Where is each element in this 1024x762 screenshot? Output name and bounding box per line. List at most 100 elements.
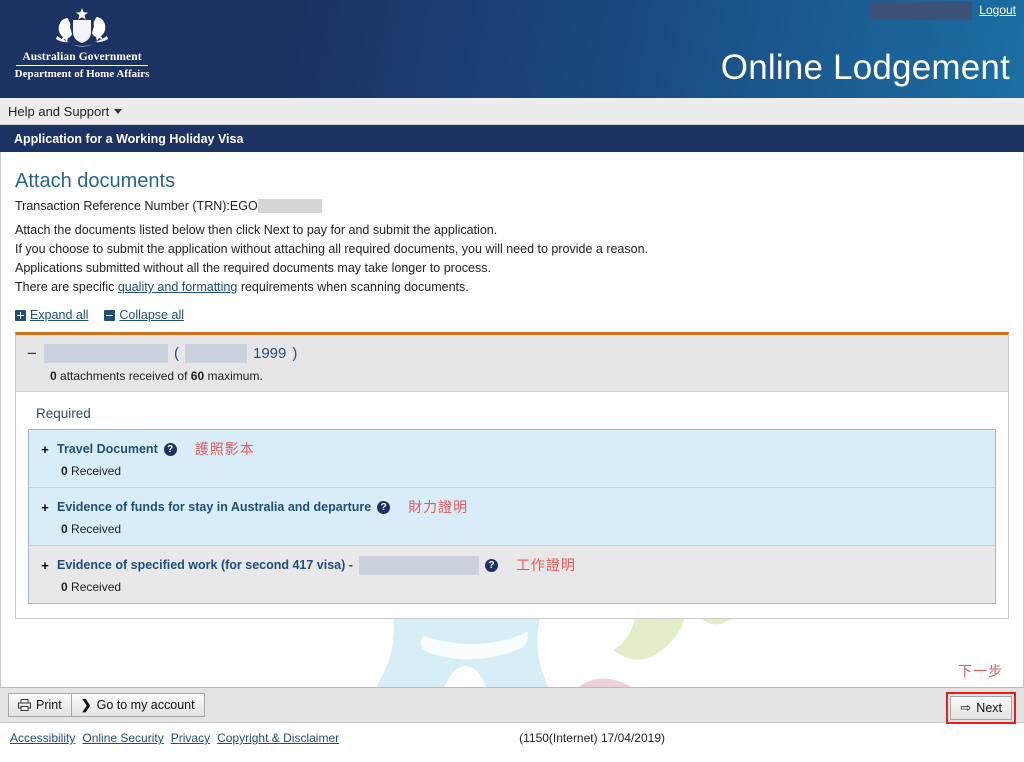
collapse-toggle-icon[interactable]: − bbox=[26, 345, 38, 362]
applicant-birth-year: 1999 bbox=[253, 345, 287, 362]
expand-collapse-row: Expand all Collapse all bbox=[15, 308, 1009, 322]
arrow-right-icon: ⇨ bbox=[960, 700, 972, 715]
received-label: Received bbox=[67, 522, 122, 536]
attachment-count-line: 0 attachments received of 60 maximum. bbox=[50, 369, 996, 383]
attachment-count-suffix: maximum. bbox=[204, 369, 263, 383]
go-to-my-account-label: Go to my account bbox=[96, 698, 195, 712]
quality-text-pre: There are specific bbox=[15, 280, 118, 294]
chevron-right-icon: ❯ bbox=[80, 697, 92, 712]
plus-square-icon bbox=[15, 309, 26, 321]
logout-link[interactable]: Logout bbox=[979, 3, 1024, 17]
footer-link-online-security[interactable]: Online Security bbox=[82, 731, 163, 745]
expand-all-label: Expand all bbox=[30, 308, 89, 322]
footer-link-accessibility[interactable]: Accessibility bbox=[10, 731, 75, 745]
received-label: Received bbox=[67, 464, 122, 478]
paren-close: ) bbox=[292, 345, 298, 362]
applicant-dob-redaction bbox=[185, 344, 247, 363]
menu-item-help-and-support[interactable]: Help and Support bbox=[4, 102, 126, 121]
document-name[interactable]: Travel Document bbox=[57, 442, 158, 456]
go-to-my-account-button[interactable]: ❯ Go to my account bbox=[71, 693, 205, 717]
document-row-travel-document[interactable]: + Travel Document ? 護照影本 0 Received bbox=[29, 430, 995, 488]
required-section-label: Required bbox=[36, 406, 91, 421]
applicant-name-redaction bbox=[44, 344, 168, 363]
document-name[interactable]: Evidence of funds for stay in Australia … bbox=[57, 500, 371, 514]
document-name[interactable]: Evidence of specified work (for second 4… bbox=[57, 558, 353, 572]
expand-all-link[interactable]: Expand all bbox=[15, 308, 88, 322]
instruction-paragraph-3: Applications submitted without all the r… bbox=[15, 261, 491, 275]
instruction-paragraph-4: There are specific quality and formattin… bbox=[15, 278, 1009, 297]
trn-label: Transaction Reference Number (TRN):EGO bbox=[15, 199, 258, 213]
expand-row-icon[interactable]: + bbox=[39, 558, 51, 573]
instruction-paragraph-2: If you choose to submit the application … bbox=[15, 242, 649, 256]
attachment-count-mid: attachments received of bbox=[56, 369, 191, 383]
document-detail-redaction bbox=[358, 555, 479, 575]
annotation-note: 財力證明 bbox=[408, 499, 469, 515]
minus-square-icon bbox=[104, 309, 116, 321]
received-count: 0 bbox=[61, 464, 68, 478]
instruction-paragraph-1: Attach the documents listed below then c… bbox=[15, 223, 498, 237]
print-button[interactable]: Print bbox=[8, 693, 72, 717]
username-redaction bbox=[869, 0, 973, 20]
footer-links: Accessibility Online Security Privacy Co… bbox=[10, 731, 339, 745]
question-mark-icon[interactable]: ? bbox=[163, 442, 177, 456]
question-mark-icon[interactable]: ? bbox=[377, 500, 391, 514]
next-button[interactable]: ⇨ Next bbox=[950, 696, 1012, 720]
site-header: Logout Australian Government Department … bbox=[0, 0, 1024, 98]
printer-icon bbox=[18, 699, 31, 711]
applicant-name-row: − ( 1999) bbox=[26, 344, 996, 363]
trn-value-redaction bbox=[257, 199, 322, 213]
next-button-label: Next bbox=[976, 701, 1002, 715]
page-footer: Accessibility Online Security Privacy Co… bbox=[0, 723, 1024, 753]
help-and-support-label: Help and Support bbox=[8, 103, 110, 119]
footer-link-privacy[interactable]: Privacy bbox=[171, 731, 210, 745]
quality-and-formatting-link[interactable]: quality and formatting bbox=[118, 280, 238, 294]
document-title-line: + Evidence of funds for stay in Australi… bbox=[39, 497, 985, 517]
attachment-count-value: 0 bbox=[50, 369, 57, 383]
crest-government-label: Australian Government bbox=[22, 51, 142, 63]
received-label: Received bbox=[67, 580, 122, 594]
received-count: 0 bbox=[61, 522, 68, 536]
applicant-panel-body: Required + Travel Document ? 護照影本 0 Rece… bbox=[16, 392, 1008, 618]
australian-government-crest: Australian Government Department of Home… bbox=[12, 6, 152, 92]
transaction-reference-line: Transaction Reference Number (TRN):EGO bbox=[15, 199, 1009, 213]
question-mark-icon[interactable]: ? bbox=[484, 558, 498, 572]
annotation-note: 護照影本 bbox=[194, 441, 255, 457]
annotation-note: 工作證明 bbox=[515, 557, 576, 573]
document-row-evidence-of-specified-work[interactable]: + Evidence of specified work (for second… bbox=[29, 546, 995, 603]
crest-department-label: Department of Home Affairs bbox=[14, 68, 150, 80]
collapse-all-label: Collapse all bbox=[119, 308, 184, 322]
document-title-line: + Travel Document ? 護照影本 bbox=[39, 439, 985, 459]
help-and-support-bar: Help and Support bbox=[0, 98, 1024, 125]
footer-build-stamp: (1150(Internet) 17/04/2019) bbox=[519, 731, 665, 745]
document-list: + Travel Document ? 護照影本 0 Received + Ev… bbox=[28, 429, 996, 604]
coat-of-arms-icon bbox=[56, 8, 108, 47]
left-button-group: Print ❯ Go to my account bbox=[8, 693, 205, 717]
applicant-panel: − ( 1999) 0 attachments received of 60 m… bbox=[15, 332, 1009, 619]
document-row-evidence-of-funds[interactable]: + Evidence of funds for stay in Australi… bbox=[29, 488, 995, 546]
expand-row-icon[interactable]: + bbox=[39, 500, 51, 515]
page-root: Logout Australian Government Department … bbox=[0, 0, 1024, 762]
site-title: Online Lodgement bbox=[720, 48, 1010, 87]
action-button-bar: Print ❯ Go to my account ⇨ Next bbox=[0, 687, 1024, 724]
crest-divider bbox=[16, 65, 148, 66]
document-received-line: 0 Received bbox=[61, 464, 985, 478]
page-title: Attach documents bbox=[15, 170, 176, 192]
content-body: Attach documents Transaction Reference N… bbox=[1, 152, 1023, 619]
attachment-count-max: 60 bbox=[190, 369, 205, 383]
footer-link-copyright-disclaimer[interactable]: Copyright & Disclaimer bbox=[217, 731, 339, 745]
received-count: 0 bbox=[61, 580, 68, 594]
application-title-bar: Application for a Working Holiday Visa bbox=[0, 125, 1024, 152]
collapse-all-link[interactable]: Collapse all bbox=[104, 308, 184, 322]
paren-open: ( bbox=[174, 345, 179, 362]
chevron-down-icon bbox=[114, 108, 123, 114]
applicant-panel-header[interactable]: − ( 1999) 0 attachments received of 60 m… bbox=[16, 335, 1008, 392]
content-frame: Attach documents Transaction Reference N… bbox=[0, 152, 1024, 687]
next-step-annotation: 下一步 bbox=[958, 663, 1003, 679]
quality-text-post: requirements when scanning documents. bbox=[237, 280, 469, 294]
print-button-label: Print bbox=[36, 698, 62, 712]
expand-row-icon[interactable]: + bbox=[39, 442, 51, 457]
document-received-line: 0 Received bbox=[61, 580, 985, 594]
next-button-highlight: ⇨ Next bbox=[946, 692, 1016, 724]
document-received-line: 0 Received bbox=[61, 522, 985, 536]
document-title-line: + Evidence of specified work (for second… bbox=[39, 555, 985, 575]
